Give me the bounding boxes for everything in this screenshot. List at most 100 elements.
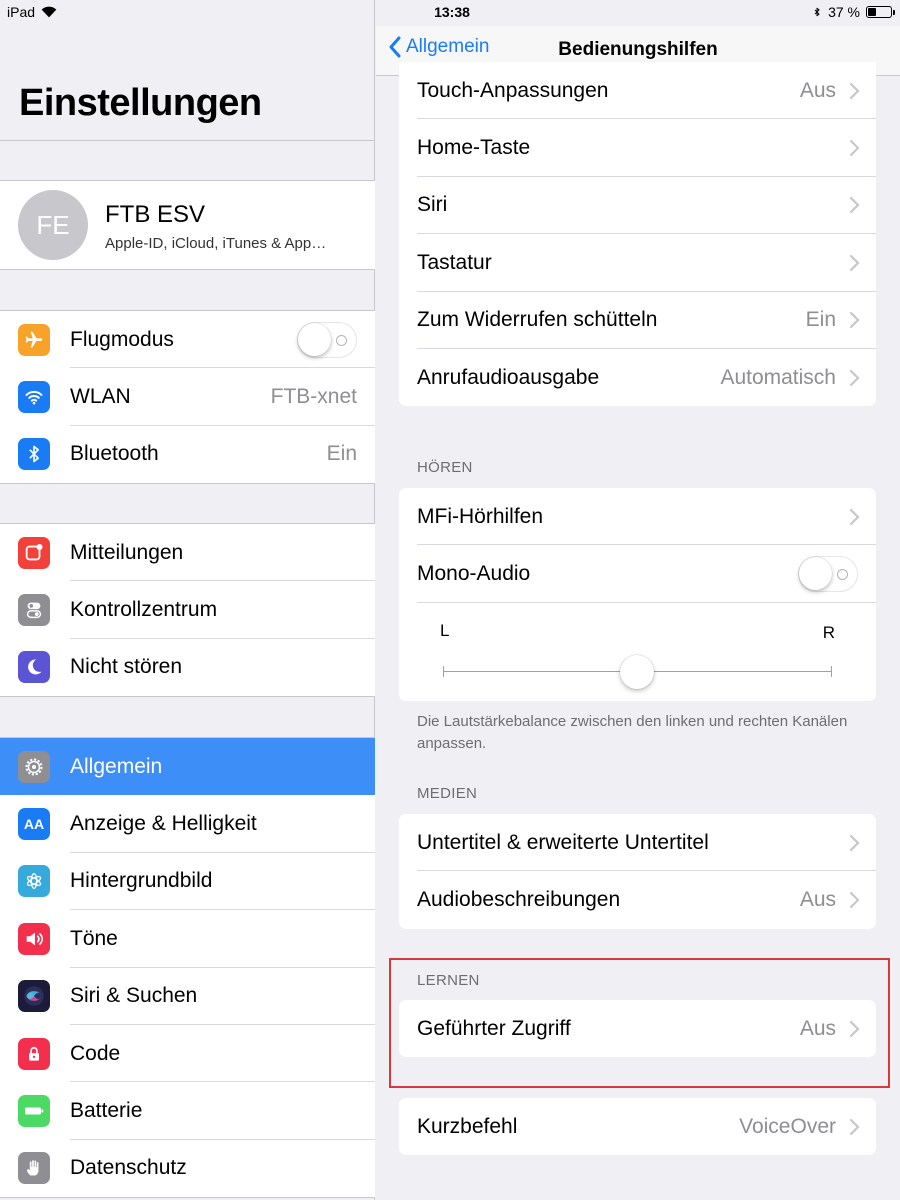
- wlan-value: FTB-xnet: [270, 385, 357, 409]
- row-label: Siri: [417, 193, 448, 217]
- sidebar-item-batterie[interactable]: Batterie: [0, 1082, 375, 1140]
- sidebar-item-label: Code: [70, 1041, 121, 1065]
- row-mono-audio: Mono-Audio: [399, 545, 876, 603]
- sidebar-item-label: Mitteilungen: [70, 540, 184, 564]
- row-label: Tastatur: [417, 250, 492, 274]
- row-zum-widerrufen-schuetteln[interactable]: Zum Widerrufen schütteln Ein: [399, 292, 876, 349]
- sidebar-item-label: Töne: [70, 926, 118, 950]
- sidebar-item-anzeige[interactable]: AA Anzeige & Helligkeit: [0, 795, 375, 853]
- section-header-medien: MEDIEN: [417, 785, 478, 802]
- battery-percentage: 37 %: [828, 4, 860, 20]
- row-audiobeschreibungen[interactable]: Audiobeschreibungen Aus: [399, 871, 876, 928]
- balance-footer-text: Die Lautstärkebalance zwischen den linke…: [417, 713, 848, 752]
- row-touch-anpassungen[interactable]: Touch-Anpassungen Aus: [399, 62, 876, 120]
- profile-subtitle: Apple-ID, iCloud, iTunes & App…: [105, 235, 327, 252]
- row-home-taste[interactable]: Home-Taste: [399, 119, 876, 177]
- hearing-card: MFi-Hörhilfen Mono-Audio L R: [399, 488, 876, 701]
- bluetooth-status-icon: [814, 7, 820, 17]
- sidebar-item-label: Allgemein: [70, 754, 163, 778]
- row-label: MFi-Hörhilfen: [417, 504, 544, 528]
- section-header-hoeren: HÖREN: [417, 459, 473, 476]
- moon-icon: [18, 651, 50, 684]
- hand-icon: [18, 1152, 50, 1185]
- row-label: Zum Widerrufen schütteln: [417, 308, 658, 332]
- row-tastatur[interactable]: Tastatur: [399, 234, 876, 292]
- sidebar-item-bluetooth[interactable]: Bluetooth Ein: [0, 426, 375, 483]
- highlight-annotation: [389, 958, 890, 1088]
- sidebar-item-flugmodus[interactable]: Flugmodus: [0, 311, 375, 369]
- display-icon: AA: [18, 808, 50, 841]
- balance-left-label: L: [440, 620, 450, 640]
- page-title: Einstellungen: [19, 82, 262, 124]
- row-anrufaudioausgabe[interactable]: Anrufaudioausgabe Automatisch: [399, 349, 876, 406]
- lock-icon: [18, 1037, 50, 1070]
- row-label: Kurzbefehl: [417, 1114, 518, 1138]
- sidebar-item-wlan[interactable]: WLAN FTB-xnet: [0, 368, 375, 426]
- balance-slider-thumb[interactable]: [620, 654, 654, 689]
- chevron-right-icon: [849, 312, 860, 329]
- balance-tick-left: [443, 665, 444, 677]
- sidebar-item-nicht-stoeren[interactable]: Nicht stören: [0, 639, 375, 696]
- notifications-icon: [18, 536, 50, 569]
- row-siri[interactable]: Siri: [399, 177, 876, 235]
- sidebar-item-label: Hintergrundbild: [70, 869, 213, 893]
- balance-slider-row: L R: [399, 603, 876, 701]
- toggle-knob: [298, 323, 331, 356]
- connectivity-group: Flugmodus WLAN FTB-xnet Bluetooth Ein: [0, 310, 375, 485]
- row-untertitel[interactable]: Untertitel & erweiterte Untertitel: [399, 814, 876, 872]
- battery-fill: [868, 8, 877, 16]
- chevron-right-icon: [849, 254, 860, 271]
- sidebar-item-label: WLAN: [70, 385, 131, 409]
- sidebar-item-label: Bluetooth: [70, 442, 159, 466]
- row-label: Audiobeschreibungen: [417, 888, 621, 912]
- row-value: Aus: [799, 78, 836, 102]
- flugmodus-toggle[interactable]: [297, 322, 357, 358]
- sidebar-item-allgemein[interactable]: Allgemein: [0, 738, 375, 796]
- row-value: Aus: [799, 888, 836, 912]
- sidebar-item-label: Datenschutz: [70, 1156, 187, 1180]
- battery-icon: [18, 1095, 50, 1128]
- toggle-knob: [799, 557, 832, 591]
- chevron-right-icon: [849, 834, 860, 851]
- sidebar-item-kontrollzentrum[interactable]: Kontrollzentrum: [0, 581, 375, 639]
- chevron-right-icon: [849, 891, 860, 909]
- battery-status-icon: [866, 6, 895, 18]
- chevron-right-icon: [849, 508, 860, 525]
- sidebar-item-label: Nicht stören: [70, 655, 183, 679]
- balance-tick-right: [831, 665, 832, 677]
- bluetooth-icon: [18, 438, 50, 471]
- sidebar-item-toene[interactable]: Töne: [0, 910, 375, 968]
- mono-audio-toggle[interactable]: [798, 556, 858, 593]
- divider: [0, 140, 375, 141]
- row-value: VoiceOver: [739, 1114, 836, 1138]
- sidebar-item-code[interactable]: Code: [0, 1025, 375, 1083]
- status-bar: iPad 13:38 37 %: [0, 0, 900, 26]
- sidebar-item-mitteilungen[interactable]: Mitteilungen: [0, 524, 375, 582]
- profile-row[interactable]: FE FTB ESV Apple-ID, iCloud, iTunes & Ap…: [0, 180, 375, 270]
- general-group: Allgemein AA Anzeige & Helligkeit Hinter…: [0, 737, 375, 1199]
- chevron-right-icon: [849, 1118, 860, 1135]
- row-mfi-hoerhilfen[interactable]: MFi-Hörhilfen: [399, 488, 876, 546]
- gear-icon: [18, 750, 50, 783]
- sidebar-item-label: Kontrollzentrum: [70, 598, 218, 622]
- sidebar-item-siri[interactable]: Siri & Suchen: [0, 968, 375, 1025]
- toggle-off-indicator: [336, 335, 347, 346]
- sidebar-item-hintergrundbild[interactable]: Hintergrundbild: [0, 853, 375, 911]
- row-label: Anrufaudioausgabe: [417, 365, 600, 389]
- row-value: Automatisch: [720, 365, 836, 389]
- sidebar-item-datenschutz[interactable]: Datenschutz: [0, 1140, 375, 1197]
- avatar: FE: [18, 190, 88, 260]
- row-label: Touch-Anpassungen: [417, 78, 609, 102]
- sidebar-item-label: Batterie: [70, 1099, 143, 1123]
- row-label: Home-Taste: [417, 136, 531, 160]
- balance-right-label: R: [822, 622, 835, 642]
- profile-name: FTB ESV: [105, 201, 206, 228]
- chevron-right-icon: [849, 197, 860, 214]
- row-kurzbefehl[interactable]: Kurzbefehl VoiceOver: [399, 1098, 876, 1155]
- notifications-group: Mitteilungen Kontrollzentrum Nicht störe…: [0, 523, 375, 698]
- settings-sidebar: Einstellungen FE FTB ESV Apple-ID, iClou…: [0, 0, 375, 1200]
- chevron-right-icon: [849, 139, 860, 157]
- sidebar-item-label: Siri & Suchen: [70, 984, 198, 1008]
- status-right: 37 %: [812, 4, 895, 20]
- interaction-card: Touch-Anpassungen Aus Home-Taste Siri Ta…: [399, 62, 876, 407]
